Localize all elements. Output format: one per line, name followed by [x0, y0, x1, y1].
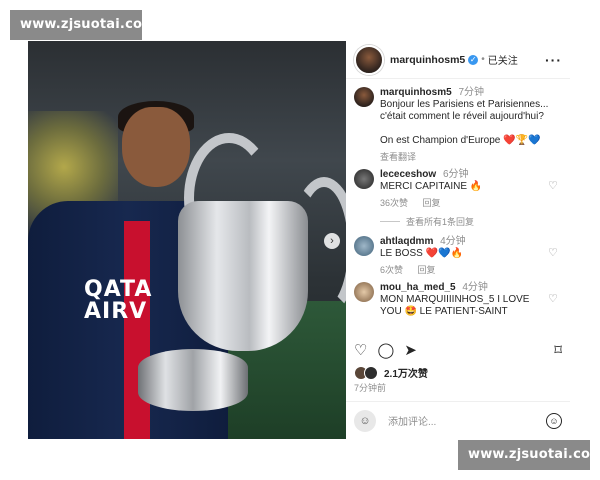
shirt-stripe	[124, 221, 150, 439]
verified-badge-icon: ✓	[468, 54, 479, 65]
trophy-base	[138, 349, 248, 411]
post-header: marquinhosm5 ✓ • 已关注 ···	[346, 41, 570, 79]
watermark-bottom: www.zjsuotai.com	[458, 440, 600, 470]
comment-item: lececeshow 6分钟 MERCI CAPITAINE 🔥 36次赞 回复…	[354, 169, 562, 209]
comment-text: MERCI CAPITAINE 🔥	[380, 181, 483, 192]
add-comment-bar: ☺ 添加评论... ☺	[346, 401, 570, 439]
player-head	[122, 107, 190, 187]
add-comment-input[interactable]: 添加评论...	[388, 413, 436, 428]
comments-section[interactable]: marquinhosm5 7分钟 Bonjour les Parisiens e…	[346, 79, 570, 339]
likes-summary[interactable]: 2.1万次赞	[354, 365, 428, 380]
caption: marquinhosm5 7分钟 Bonjour les Parisiens e…	[354, 87, 562, 163]
caption-avatar[interactable]	[354, 87, 374, 107]
comment-likes[interactable]: 36次赞	[380, 198, 408, 208]
comment-like-heart-icon[interactable]: ♡	[548, 294, 558, 305]
trophy-cup	[178, 201, 308, 351]
follow-status-button[interactable]: 已关注	[488, 52, 518, 67]
next-photo-button[interactable]: ›	[324, 233, 340, 249]
post-actions-bar: ♡ ◯ ➤ ⌑	[354, 341, 562, 361]
view-replies-link[interactable]: 查看所有1条回复	[380, 215, 562, 228]
comment-item: mou_ha_med_5 4分钟 MON MARQUIIIINHOS_5 I L…	[354, 282, 562, 318]
translate-link[interactable]: 查看翻译	[380, 151, 562, 163]
comment-time: 4分钟	[440, 236, 466, 247]
watermark-top: www.zjsuotai.com	[10, 10, 156, 40]
author-username[interactable]: marquinhosm5	[390, 54, 465, 66]
commenter-avatar[interactable]	[354, 169, 374, 189]
view-replies-label[interactable]: 查看所有1条回复	[406, 215, 474, 228]
caption-time: 7分钟	[458, 87, 485, 98]
liker-avatar	[364, 365, 378, 380]
comment-text: LE BOSS ❤️💙🔥	[380, 248, 463, 259]
likes-count[interactable]: 2.1万次赞	[384, 365, 428, 380]
like-heart-icon[interactable]: ♡	[354, 341, 367, 361]
comment-username[interactable]: lececeshow	[380, 169, 436, 180]
emoji-icon[interactable]: ☺	[546, 412, 562, 429]
header-separator: •	[481, 54, 485, 65]
instagram-post: QATA AIRV › marquinhosm5 ✓ • 已关注 ··· mar…	[28, 41, 570, 439]
comment-meta: 36次赞 回复	[380, 197, 562, 209]
post-timestamp: 7分钟前	[354, 383, 387, 393]
replies-divider	[380, 221, 400, 222]
commenter-avatar[interactable]	[354, 282, 374, 302]
comment-username[interactable]: ahtlaqdmm	[380, 236, 433, 247]
post-side-panel: marquinhosm5 ✓ • 已关注 ··· marquinhosm5 7分…	[346, 41, 570, 439]
caption-text: Bonjour les Parisiens et Parisiennes... …	[380, 99, 549, 146]
comment-bubble-icon[interactable]: ◯	[377, 341, 394, 361]
share-send-icon[interactable]: ➤	[404, 341, 417, 361]
comment-item: ahtlaqdmm 4分钟 LE BOSS ❤️💙🔥 6次赞 回复 ♡	[354, 236, 562, 276]
reply-button[interactable]: 回复	[418, 265, 436, 275]
comment-likes[interactable]: 6次赞	[380, 265, 403, 275]
bookmark-icon[interactable]: ⌑	[554, 341, 562, 361]
comment-meta: 6次赞 回复	[380, 264, 562, 276]
comment-username[interactable]: mou_ha_med_5	[380, 282, 456, 293]
reply-button[interactable]: 回复	[423, 198, 441, 208]
caption-username[interactable]: marquinhosm5	[380, 87, 452, 98]
shirt-sponsor-text: QATA AIRV	[84, 277, 153, 324]
comment-like-heart-icon[interactable]: ♡	[548, 181, 558, 192]
post-photo[interactable]: QATA AIRV ›	[28, 41, 346, 439]
more-options-icon[interactable]: ···	[545, 52, 562, 68]
comment-like-heart-icon[interactable]: ♡	[548, 248, 558, 259]
current-user-avatar-icon: ☺	[354, 409, 376, 432]
commenter-avatar[interactable]	[354, 236, 374, 256]
author-avatar[interactable]	[354, 44, 384, 75]
comment-time: 4分钟	[462, 282, 488, 293]
comment-text: MON MARQUIIIINHOS_5 I LOVE YOU 🤩 LE PATI…	[380, 294, 530, 317]
comment-time: 6分钟	[442, 169, 469, 180]
